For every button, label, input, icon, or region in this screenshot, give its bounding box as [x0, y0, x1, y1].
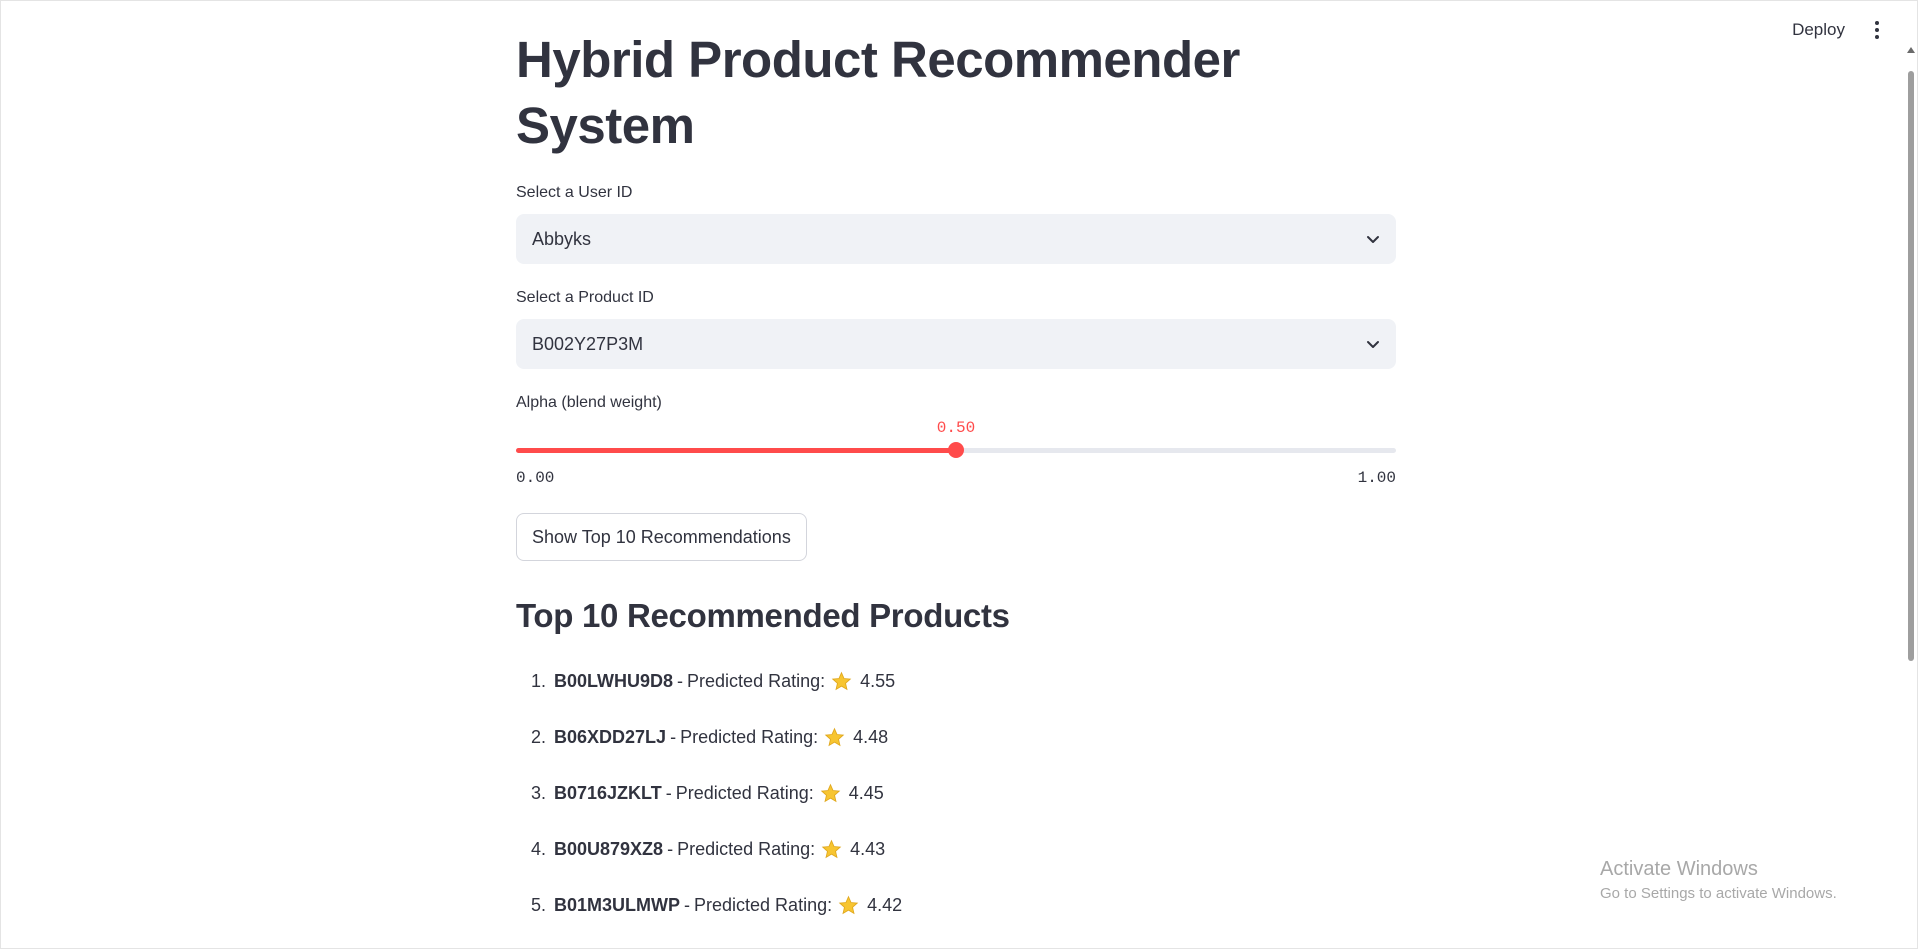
show-recommendations-button[interactable]: Show Top 10 Recommendations — [516, 513, 807, 561]
list-item: 3. B0716JZKLT - Predicted Rating: 4.45 — [516, 765, 902, 821]
watermark-title: Activate Windows — [1600, 858, 1758, 880]
rating-value: 4.42 — [867, 894, 903, 915]
rating-value: 4.43 — [850, 838, 886, 859]
chevron-down-icon — [1367, 341, 1379, 348]
alpha-slider-label: Alpha (blend weight) — [516, 394, 662, 411]
toolbar: Deploy — [1792, 17, 1887, 43]
user-id-select[interactable]: Abbyks — [516, 214, 1396, 264]
product-id: B00U879XZ8 — [554, 838, 664, 859]
page-title: Hybrid Product Recommender System — [516, 31, 1240, 154]
rating-label: Predicted Rating: — [680, 726, 819, 747]
user-id-select-value: Abbyks — [532, 228, 592, 249]
product-id: B0716JZKLT — [554, 782, 662, 803]
list-item: 5. B01M3ULMWP - Predicted Rating: 4.42 — [516, 877, 902, 933]
chevron-down-icon — [1367, 236, 1379, 243]
separator: - — [670, 726, 677, 747]
star-icon — [824, 727, 845, 748]
product-id-select-value: B002Y27P3M — [532, 333, 644, 354]
rating-value: 4.48 — [853, 726, 889, 747]
separator: - — [684, 894, 691, 915]
alpha-slider-thumb[interactable] — [948, 442, 964, 458]
rank-number: 3. — [530, 782, 546, 803]
results-heading: Top 10 Recommended Products — [516, 597, 1010, 634]
rank-number: 1. — [530, 670, 546, 691]
rating-label: Predicted Rating: — [677, 838, 816, 859]
alpha-slider-min: 0.00 — [516, 469, 555, 487]
product-id-select[interactable]: B002Y27P3M — [516, 319, 1396, 369]
scroll-up-icon[interactable] — [1907, 47, 1915, 53]
separator: - — [667, 838, 674, 859]
star-icon — [821, 839, 842, 860]
separator: - — [665, 782, 672, 803]
watermark-subtitle: Go to Settings to activate Windows. — [1600, 885, 1837, 902]
rank-number: 2. — [530, 726, 546, 747]
alpha-slider-value: 0.50 — [936, 419, 976, 437]
product-id: B00LWHU9D8 — [554, 670, 674, 691]
deploy-button[interactable]: Deploy — [1792, 20, 1845, 40]
alpha-slider-max: 1.00 — [1357, 469, 1396, 487]
rating-label: Predicted Rating: — [687, 670, 826, 691]
scrollbar-thumb[interactable] — [1908, 71, 1914, 661]
kebab-menu-icon[interactable] — [1867, 17, 1887, 43]
rating-value: 4.55 — [860, 670, 896, 691]
product-id: B06XDD27LJ — [554, 726, 667, 747]
rank-number: 5. — [530, 894, 546, 915]
app-window: Deploy Hybrid Product Recommender System… — [0, 0, 1918, 949]
star-icon — [831, 671, 852, 692]
star-icon — [820, 783, 841, 804]
star-icon — [838, 895, 859, 916]
list-item: 2. B06XDD27LJ - Predicted Rating: 4.48 — [516, 709, 902, 765]
rating-label: Predicted Rating: — [694, 894, 833, 915]
alpha-slider-fill — [516, 448, 956, 453]
windows-activation-watermark: Activate Windows Go to Settings to activ… — [1600, 858, 1837, 902]
rating-value: 4.45 — [848, 782, 884, 803]
list-item: 4. B00U879XZ8- Predicted Rating: 4.43 — [516, 821, 902, 877]
product-select-label: Select a Product ID — [516, 289, 654, 306]
recommendations-list: 1. B00LWHU9D8- Predicted Rating: 4.55 2. B06X… — [516, 653, 902, 933]
product-id: B01M3ULMWP — [554, 894, 681, 915]
rating-label: Predicted Rating: — [675, 782, 814, 803]
rank-number: 4. — [530, 838, 546, 859]
separator: - — [677, 670, 684, 691]
user-select-label: Select a User ID — [516, 184, 633, 201]
list-item: 1. B00LWHU9D8- Predicted Rating: 4.55 — [516, 653, 902, 709]
